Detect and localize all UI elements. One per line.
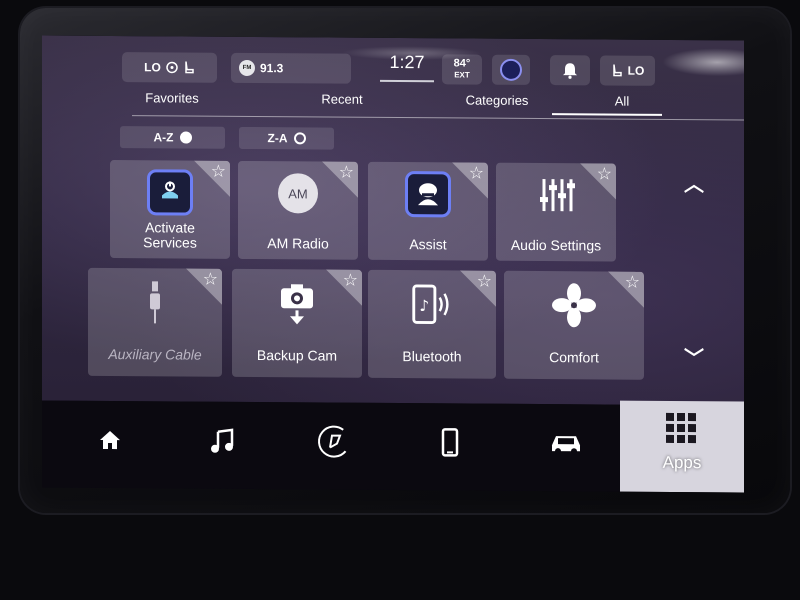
scroll-up-chevron-icon[interactable]: ︿ xyxy=(684,168,704,197)
nav-vehicle-button[interactable] xyxy=(536,418,596,468)
star-icon[interactable]: ☆ xyxy=(203,270,218,289)
vehicle-icon xyxy=(552,436,580,455)
app-label: Comfort xyxy=(549,349,599,366)
heated-wheel-button[interactable]: LO xyxy=(600,55,655,86)
bell-icon xyxy=(563,63,577,79)
app-tile-audio-settings[interactable]: ☆ Audio Settings xyxy=(496,162,616,262)
star-icon[interactable]: ☆ xyxy=(343,271,358,290)
infotainment-screen: LO FM 91.3 1:27 84° EXT LO Favorites Rec… xyxy=(42,35,744,493)
app-label: Assist xyxy=(409,236,447,253)
bluetooth-phone-icon: ♪ xyxy=(408,280,456,328)
radio-selected-icon xyxy=(179,131,192,144)
assist-icon xyxy=(404,170,452,218)
nav-apps-button[interactable]: Apps xyxy=(620,400,744,493)
sort-za-label: Z-A xyxy=(267,131,288,146)
clock-divider xyxy=(380,79,434,83)
aux-cable-icon xyxy=(131,278,179,326)
svg-text:♪: ♪ xyxy=(419,297,429,315)
app-tile-assist[interactable]: ☆ Assist xyxy=(368,161,488,261)
app-tile-comfort[interactable]: ☆ Comfort xyxy=(504,270,644,380)
now-playing-radio[interactable]: FM 91.3 xyxy=(231,52,351,84)
star-icon[interactable]: ☆ xyxy=(597,164,612,183)
app-tabs: Favorites Recent Categories All xyxy=(102,90,744,121)
nav-media-button[interactable] xyxy=(192,416,252,466)
tab-all[interactable]: All xyxy=(562,93,682,109)
driver-profile-button[interactable] xyxy=(492,54,530,85)
steering-wheel-icon xyxy=(166,61,178,74)
profile-icon xyxy=(500,58,522,81)
app-tile-bluetooth[interactable]: ☆ ♪ Bluetooth xyxy=(368,269,496,379)
sort-az-button[interactable]: A-Z xyxy=(120,126,225,149)
activate-services-icon xyxy=(146,168,194,216)
app-tile-auxiliary-cable[interactable]: ☆ Auxiliary Cable xyxy=(88,267,222,377)
star-icon[interactable]: ☆ xyxy=(625,273,640,292)
app-tile-activate-services[interactable]: ☆ Activate Services xyxy=(110,160,230,259)
active-tab-indicator xyxy=(552,113,662,116)
apps-grid-icon xyxy=(666,412,696,444)
backup-camera-icon xyxy=(273,279,321,327)
equalizer-icon xyxy=(532,171,580,219)
app-label: Audio Settings xyxy=(510,236,602,254)
fan-icon xyxy=(550,281,598,329)
seat-icon xyxy=(185,61,194,74)
app-tile-backup-cam[interactable]: ☆ Backup Cam xyxy=(232,268,362,378)
star-icon[interactable]: ☆ xyxy=(477,272,492,291)
app-label: Backup Cam xyxy=(256,347,338,364)
tab-recent[interactable]: Recent xyxy=(292,91,392,107)
app-label: Auxiliary Cable xyxy=(108,346,202,363)
climate-icon xyxy=(318,425,350,458)
app-label-line2: Services xyxy=(143,234,197,251)
temperature-value: 84° xyxy=(453,57,471,70)
scroll-down-chevron-icon[interactable]: ﹀ xyxy=(684,342,704,371)
radio-unselected-icon xyxy=(293,132,306,145)
apps-label: Apps xyxy=(662,452,702,473)
music-icon xyxy=(211,428,234,453)
heat-level-label: LO xyxy=(627,63,645,78)
sort-az-label: A-Z xyxy=(153,130,174,145)
fm-badge-icon: FM xyxy=(239,59,255,77)
radio-station: 91.3 xyxy=(260,61,284,76)
app-label: Bluetooth xyxy=(402,348,462,365)
home-icon xyxy=(100,431,120,450)
am-radio-icon: AM xyxy=(274,169,322,217)
apps-panel: LO FM 91.3 1:27 84° EXT LO Favorites Rec… xyxy=(42,35,744,406)
app-label: AM Radio xyxy=(267,235,329,252)
phone-icon xyxy=(441,428,459,457)
app-tile-am-radio[interactable]: ☆ AM AM Radio xyxy=(238,160,358,260)
nav-home-button[interactable] xyxy=(80,415,140,465)
temperature-label: EXT xyxy=(454,70,470,80)
bottom-nav-bar: Apps xyxy=(42,400,744,493)
star-icon[interactable]: ☆ xyxy=(211,162,226,181)
seat-heat-button[interactable]: LO xyxy=(122,52,217,83)
app-label: Activate Services xyxy=(110,219,230,251)
star-icon[interactable]: ☆ xyxy=(469,164,484,183)
seat-heat-label: LO xyxy=(144,60,161,75)
tabs-divider xyxy=(132,115,744,121)
heated-seat-icon xyxy=(612,64,622,77)
nav-phone-button[interactable] xyxy=(420,417,480,467)
tab-categories[interactable]: Categories xyxy=(432,92,562,108)
star-icon[interactable]: ☆ xyxy=(339,163,354,182)
tab-favorites[interactable]: Favorites xyxy=(122,90,222,106)
nav-climate-button[interactable] xyxy=(304,416,364,466)
sort-za-button[interactable]: Z-A xyxy=(239,126,334,150)
notifications-button[interactable] xyxy=(550,55,590,86)
am-badge: AM xyxy=(278,173,318,214)
app-label-line1: Activate xyxy=(145,219,195,236)
